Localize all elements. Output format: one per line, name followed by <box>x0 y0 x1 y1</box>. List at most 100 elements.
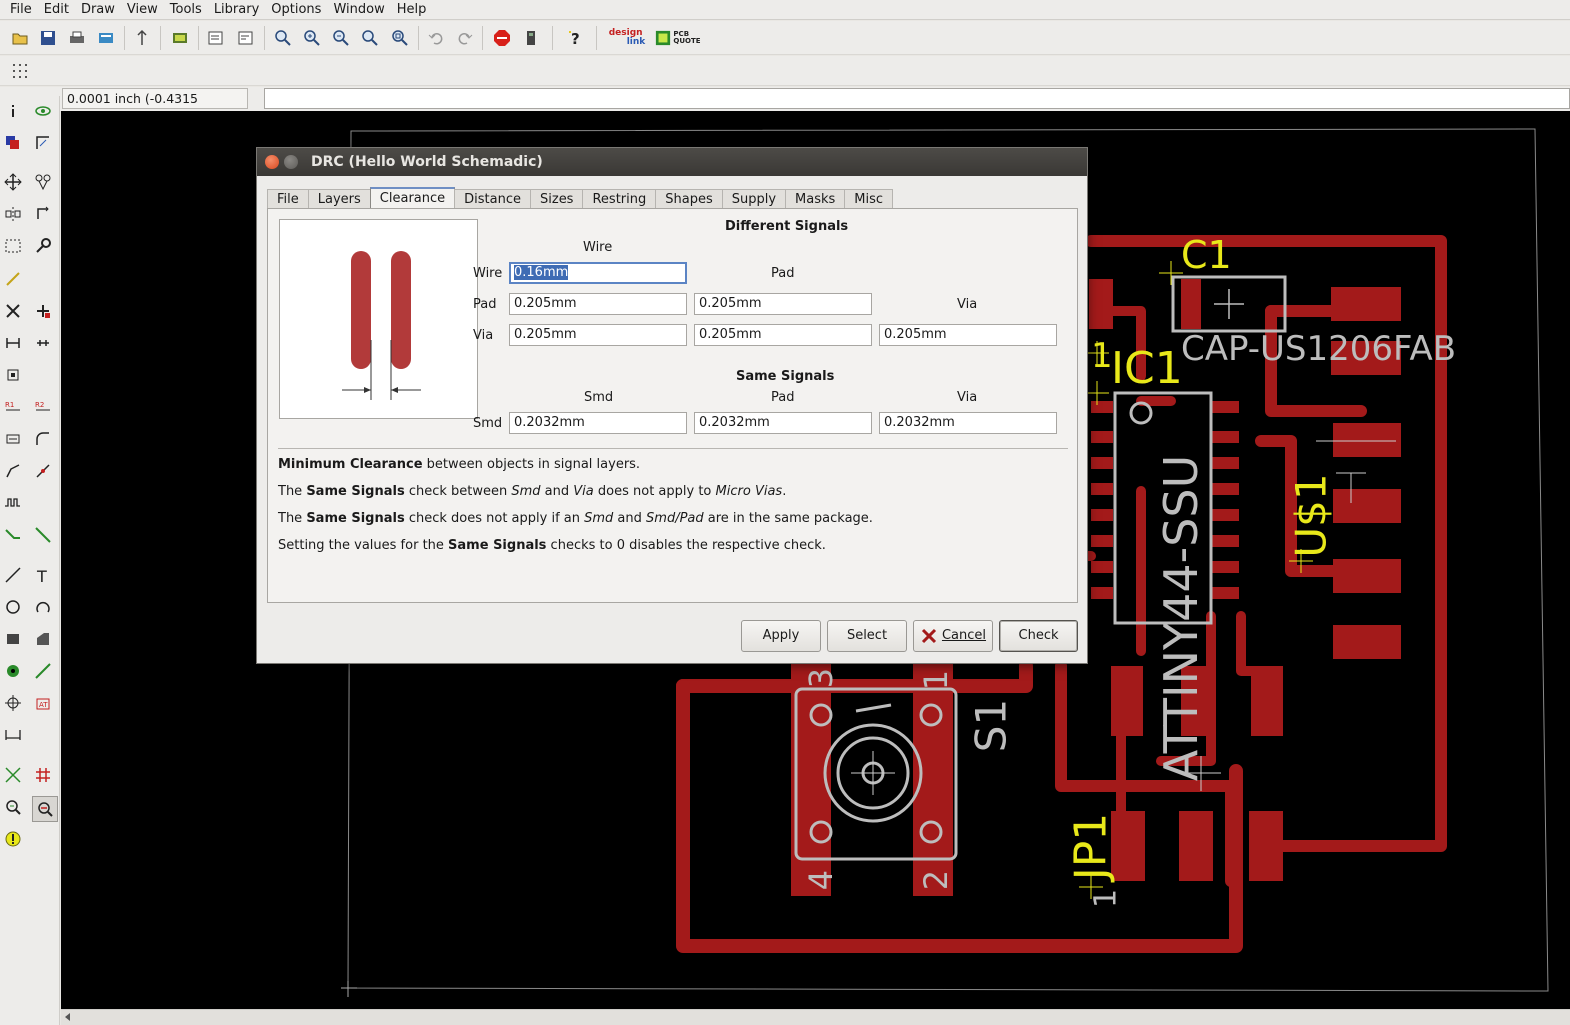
text-icon[interactable]: T <box>32 564 54 586</box>
optimize-icon[interactable] <box>2 460 24 482</box>
hole-icon[interactable] <box>2 692 24 714</box>
autorouter-icon[interactable] <box>2 524 24 546</box>
paste-icon[interactable] <box>2 268 24 290</box>
open-icon[interactable] <box>9 27 31 49</box>
group-icon[interactable] <box>2 235 24 257</box>
tab-layers[interactable]: Layers <box>307 189 371 210</box>
show-icon[interactable] <box>32 100 54 122</box>
move-icon[interactable] <box>2 171 24 193</box>
errors-icon[interactable] <box>2 828 24 850</box>
rect-icon[interactable] <box>2 628 24 650</box>
via-icon[interactable] <box>2 660 24 682</box>
wire-wire-clearance-input[interactable]: 0.16mm <box>509 262 687 284</box>
menu-help[interactable]: Help <box>391 0 433 20</box>
erc-icon[interactable] <box>2 796 24 818</box>
save-icon[interactable] <box>37 27 59 49</box>
smash-icon[interactable] <box>2 364 24 386</box>
mirror-icon[interactable] <box>2 203 24 225</box>
name-icon[interactable]: R1 <box>2 396 24 418</box>
value-icon[interactable]: R2 <box>32 396 54 418</box>
tab-file[interactable]: File <box>267 189 309 210</box>
replace-icon[interactable] <box>2 332 24 354</box>
menu-edit[interactable]: Edit <box>38 0 75 20</box>
menu-tools[interactable]: Tools <box>164 0 208 20</box>
tab-shapes[interactable]: Shapes <box>655 189 723 210</box>
delete-icon[interactable] <box>2 300 24 322</box>
signal-icon[interactable] <box>32 660 54 682</box>
command-line-input[interactable] <box>264 88 1570 109</box>
check-button[interactable]: Check <box>999 620 1078 652</box>
select-button[interactable]: Select <box>827 620 907 652</box>
zoom-out-icon[interactable] <box>330 27 352 49</box>
dimension-icon[interactable] <box>2 724 24 746</box>
menu-view[interactable]: View <box>121 0 164 20</box>
route-icon[interactable] <box>32 460 54 482</box>
via-pad-clearance-input[interactable]: 0.205mm <box>694 324 872 346</box>
ratsnest-icon[interactable] <box>2 764 24 786</box>
mark-icon[interactable] <box>32 132 54 154</box>
go-icon[interactable] <box>520 27 542 49</box>
copy-icon[interactable] <box>32 171 54 193</box>
meander-icon[interactable] <box>2 492 24 514</box>
pad-pad-clearance-input[interactable]: 0.205mm <box>694 293 872 315</box>
menu-draw[interactable]: Draw <box>75 0 121 20</box>
tab-distance[interactable]: Distance <box>454 189 531 210</box>
menu-library[interactable]: Library <box>208 0 265 20</box>
arc-icon[interactable] <box>32 596 54 618</box>
smd-smd-clearance-input[interactable]: 0.2032mm <box>509 412 687 434</box>
circle-icon[interactable] <box>2 596 24 618</box>
undo-icon[interactable] <box>425 27 447 49</box>
menu-file[interactable]: File <box>4 0 38 20</box>
stop-icon[interactable] <box>491 27 513 49</box>
split-icon[interactable] <box>2 428 24 450</box>
auto-icon[interactable] <box>32 764 54 786</box>
close-icon[interactable] <box>265 155 279 169</box>
menu-window[interactable]: Window <box>327 0 390 20</box>
rotate-icon[interactable] <box>32 203 54 225</box>
lock-icon[interactable] <box>32 332 54 354</box>
via-wire-clearance-input[interactable]: 0.205mm <box>509 324 687 346</box>
smd-via-clearance-input[interactable]: 0.2032mm <box>879 412 1057 434</box>
tab-sizes[interactable]: Sizes <box>530 189 584 210</box>
apply-button[interactable]: Apply <box>741 620 821 652</box>
menu-options[interactable]: Options <box>265 0 327 20</box>
tab-masks[interactable]: Masks <box>785 189 846 210</box>
minimize-icon[interactable] <box>284 155 298 169</box>
display-icon[interactable] <box>2 132 24 154</box>
cam-icon[interactable] <box>95 27 117 49</box>
zoom-in-icon[interactable] <box>301 27 323 49</box>
zoom-redraw-icon[interactable] <box>359 27 381 49</box>
via-via-clearance-input[interactable]: 0.205mm <box>879 324 1057 346</box>
tab-restring[interactable]: Restring <box>582 189 657 210</box>
library-icon[interactable] <box>169 27 191 49</box>
redo-icon[interactable] <box>454 27 476 49</box>
pcb-quote-icon[interactable]: PCB QUOTE <box>656 27 701 49</box>
horizontal-scrollbar[interactable] <box>61 1009 1570 1025</box>
help-icon[interactable]: ? <box>565 27 587 49</box>
attribute-icon[interactable]: AT <box>32 692 54 714</box>
board-switch-icon[interactable] <box>131 27 153 49</box>
tab-misc[interactable]: Misc <box>844 189 894 210</box>
ulp-icon[interactable] <box>235 27 257 49</box>
info-icon[interactable] <box>2 100 24 122</box>
add-icon[interactable] <box>32 300 54 322</box>
cancel-button[interactable]: Cancel <box>913 620 993 652</box>
scroll-left-icon[interactable] <box>65 1013 70 1021</box>
col-same-via-label: Via <box>957 390 978 405</box>
tab-supply[interactable]: Supply <box>721 189 787 210</box>
miter-icon[interactable] <box>32 428 54 450</box>
grid-icon[interactable] <box>9 60 31 82</box>
change-icon[interactable] <box>32 235 54 257</box>
smd-pad-clearance-input[interactable]: 0.2032mm <box>694 412 872 434</box>
zoom-fit-icon[interactable] <box>272 27 294 49</box>
pad-wire-clearance-input[interactable]: 0.205mm <box>509 293 687 315</box>
polygon-icon[interactable] <box>32 628 54 650</box>
wire-icon[interactable] <box>2 564 24 586</box>
ripup-icon[interactable] <box>32 524 54 546</box>
drc-icon[interactable] <box>32 796 58 822</box>
tab-clearance[interactable]: Clearance <box>369 187 456 210</box>
design-link-icon[interactable]: design link <box>604 27 650 49</box>
print-icon[interactable] <box>66 27 88 49</box>
script-icon[interactable] <box>205 27 227 49</box>
zoom-select-icon[interactable] <box>389 27 411 49</box>
